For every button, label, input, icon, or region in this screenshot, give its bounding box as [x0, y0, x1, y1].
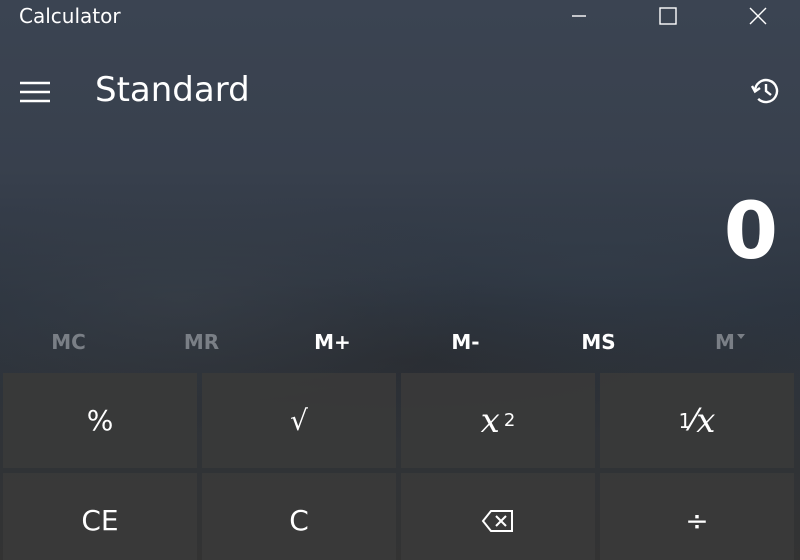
memory-controls: MC MR M+ M- MS M: [0, 320, 800, 364]
keypad: % √ x2 1 ⁄ x CE C ÷: [3, 373, 800, 560]
clear-button[interactable]: C: [202, 473, 396, 560]
memory-add-button[interactable]: M+: [266, 320, 399, 364]
app-title: Calculator: [19, 4, 121, 28]
minimize-button[interactable]: [556, 0, 602, 32]
reciprocal-denominator-label: x: [696, 400, 716, 441]
divide-label: ÷: [685, 504, 709, 537]
percent-button[interactable]: %: [3, 373, 197, 468]
chevron-down-icon: [736, 334, 745, 339]
maximize-button[interactable]: [645, 0, 691, 32]
square-button[interactable]: x2: [401, 373, 595, 468]
result-display: 0: [723, 187, 778, 277]
memory-list-label: M: [715, 330, 735, 354]
backspace-icon: [481, 509, 513, 532]
clear-entry-label: CE: [81, 504, 119, 537]
divide-button[interactable]: ÷: [600, 473, 794, 560]
title-bar: Calculator: [0, 0, 800, 32]
square-root-label: √: [290, 404, 308, 437]
maximize-icon: [659, 7, 677, 25]
reciprocal-button[interactable]: 1 ⁄ x: [600, 373, 794, 468]
square-root-button[interactable]: √: [202, 373, 396, 468]
history-icon: [750, 78, 779, 104]
navigation-menu-button[interactable]: [14, 74, 56, 110]
square-base-label: x: [480, 400, 500, 441]
square-exponent-label: 2: [503, 410, 516, 431]
clear-entry-button[interactable]: CE: [3, 473, 197, 560]
hamburger-menu-icon: [20, 81, 50, 103]
memory-subtract-button[interactable]: M-: [399, 320, 532, 364]
memory-list-button[interactable]: M: [664, 320, 797, 364]
memory-clear-button[interactable]: MC: [2, 320, 135, 364]
history-button[interactable]: [744, 70, 788, 112]
percent-label: %: [86, 404, 114, 437]
backspace-button[interactable]: [401, 473, 595, 560]
memory-store-button[interactable]: MS: [532, 320, 665, 364]
clear-label: C: [289, 504, 309, 537]
mode-title: Standard: [95, 70, 250, 110]
reciprocal-numerator-label: 1: [678, 408, 692, 433]
memory-recall-button[interactable]: MR: [135, 320, 268, 364]
close-button[interactable]: [735, 0, 781, 32]
minimize-icon: [572, 15, 586, 17]
close-icon: [749, 7, 767, 25]
